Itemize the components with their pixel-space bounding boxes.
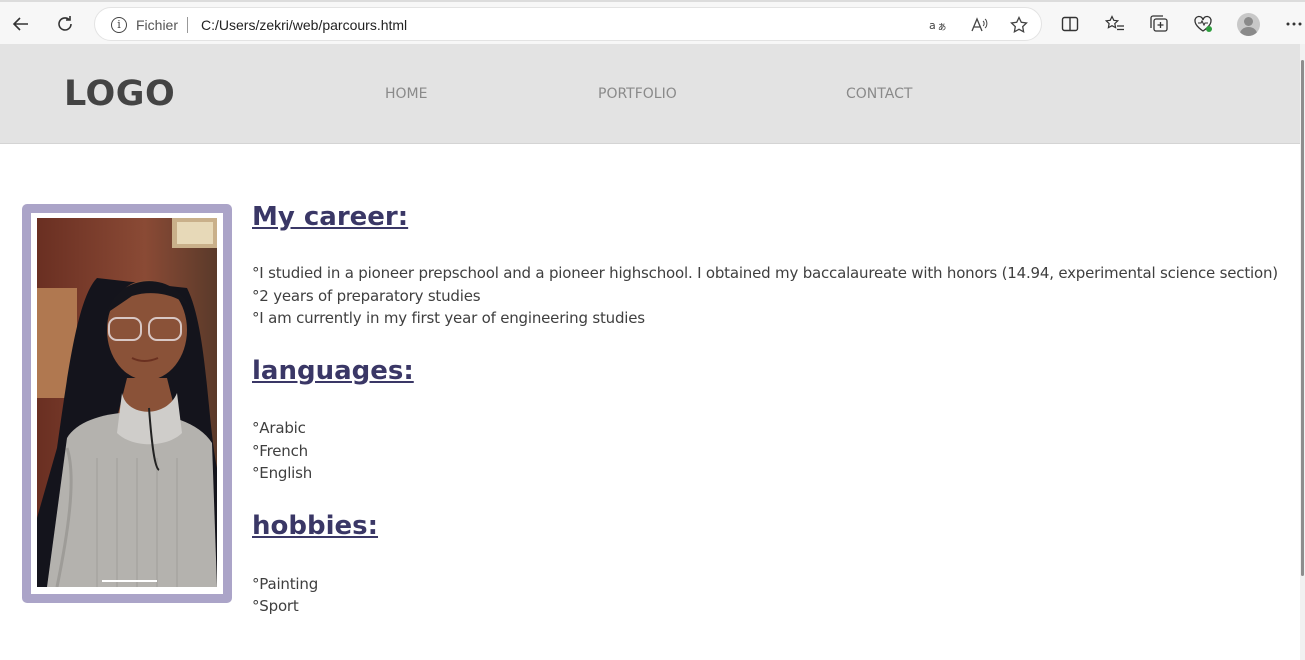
favorites-list-icon[interactable] — [1104, 13, 1126, 35]
language-item: °Arabic — [252, 419, 306, 437]
profile-avatar-icon[interactable] — [1237, 13, 1260, 36]
hobby-item: °Painting — [252, 575, 319, 593]
collections-icon[interactable] — [1148, 13, 1170, 35]
site-header: LOGO HOME PORTFOLIO CONTACT — [0, 44, 1300, 144]
url-text[interactable]: C:/Users/zekri/web/parcours.html — [201, 17, 407, 33]
translate-icon[interactable]: aぁ — [928, 15, 948, 35]
nav-link-portfolio[interactable]: PORTFOLIO — [598, 86, 677, 102]
career-item: °I am currently in my first year of engi… — [252, 309, 645, 327]
favorite-star-icon[interactable] — [1009, 15, 1029, 35]
read-aloud-icon[interactable] — [969, 15, 989, 35]
browser-toolbar: i Fichier C:/Users/zekri/web/parcours.ht… — [0, 0, 1305, 44]
address-bar[interactable]: i Fichier C:/Users/zekri/web/parcours.ht… — [94, 7, 1042, 41]
address-separator — [187, 17, 188, 33]
profile-photo — [37, 218, 217, 587]
svg-text:a: a — [929, 19, 936, 32]
site-logo[interactable]: LOGO — [64, 74, 175, 114]
svg-text:ぁ: ぁ — [937, 22, 947, 32]
scrollbar-thumb[interactable] — [1301, 60, 1304, 576]
hobbies-heading: hobbies: — [252, 511, 379, 541]
split-screen-icon[interactable] — [1059, 13, 1081, 35]
back-arrow-icon[interactable] — [8, 11, 34, 37]
more-options-icon[interactable] — [1283, 13, 1305, 35]
profile-photo-mat — [31, 213, 223, 594]
nav-link-home[interactable]: HOME — [385, 86, 427, 102]
language-item: °English — [252, 464, 313, 482]
profile-photo-frame — [22, 204, 232, 603]
career-heading: My career: — [252, 202, 409, 232]
browser-essentials-icon[interactable] — [1192, 13, 1214, 35]
hobby-item: °Sport — [252, 597, 299, 615]
career-item: °I studied in a pioneer prepschool and a… — [252, 264, 1278, 282]
languages-heading: languages: — [252, 356, 414, 386]
info-icon[interactable]: i — [111, 17, 127, 33]
nav-link-contact[interactable]: CONTACT — [846, 86, 912, 102]
career-item: °2 years of preparatory studies — [252, 287, 481, 305]
address-scheme-label: Fichier — [136, 17, 179, 33]
refresh-icon[interactable] — [52, 11, 78, 37]
language-item: °French — [252, 442, 308, 460]
